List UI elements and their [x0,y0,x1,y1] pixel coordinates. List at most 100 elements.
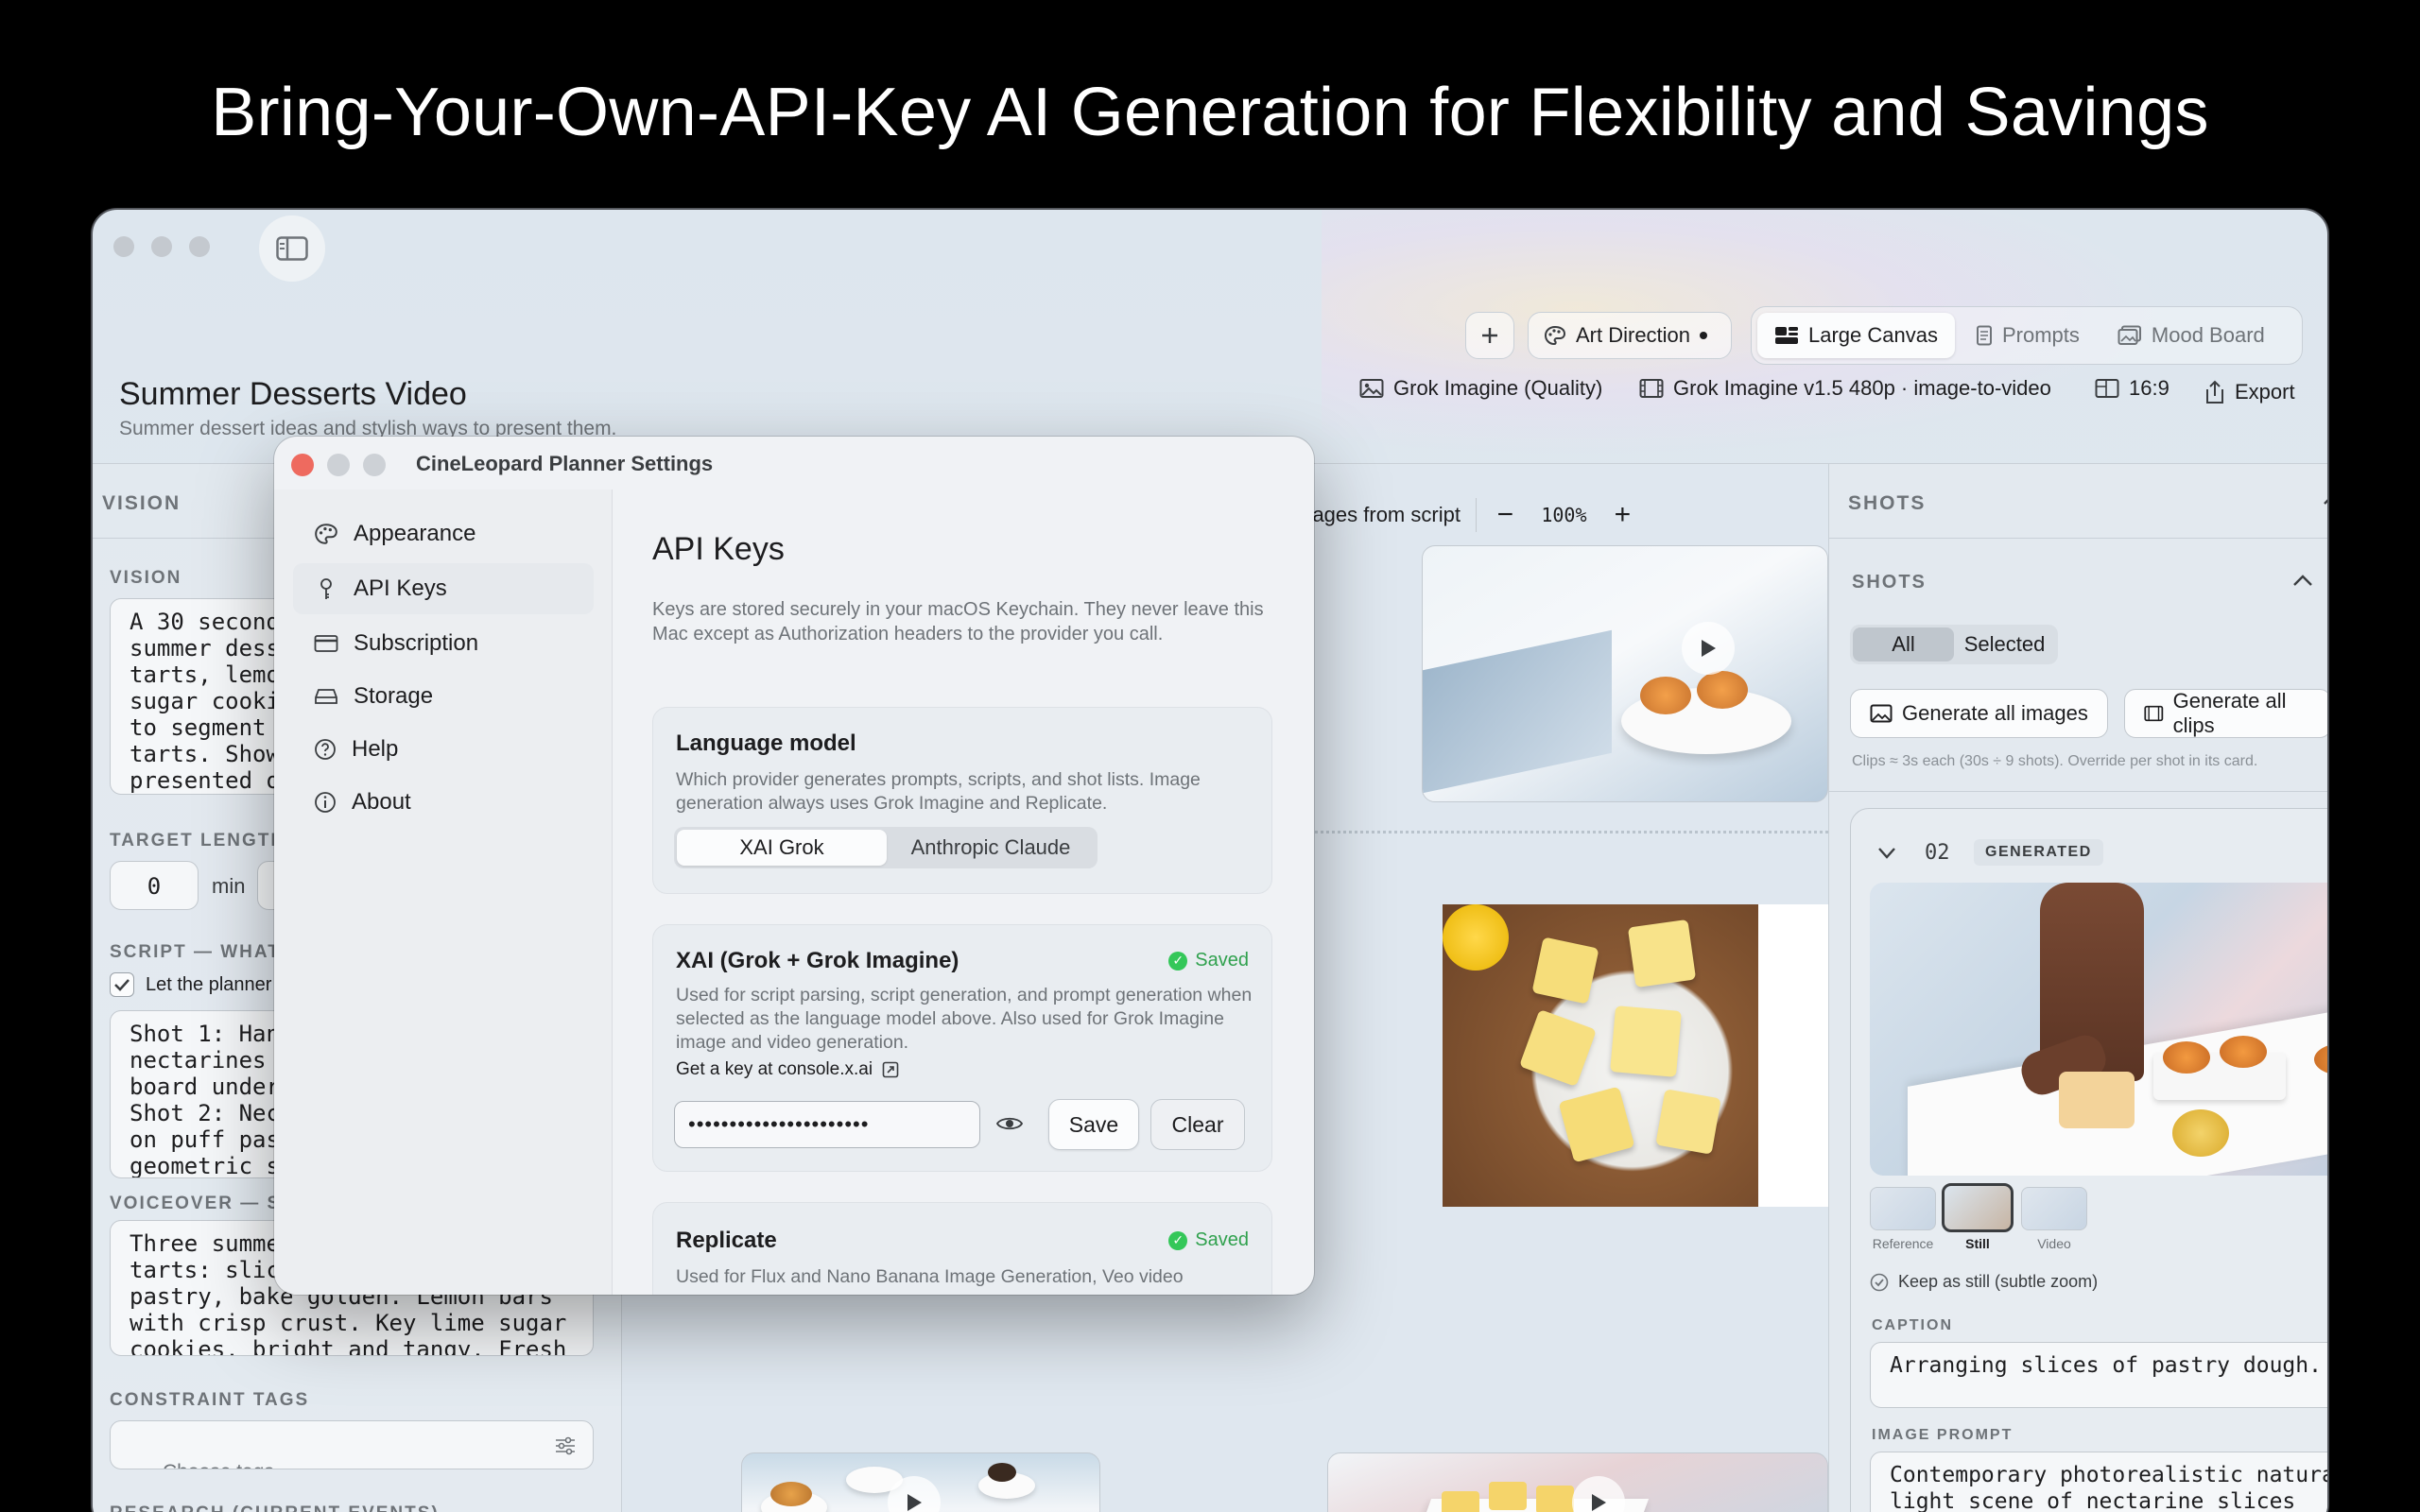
thumb-still-label: Still [1965,1236,1990,1251]
constraint-tags-picker[interactable]: Choose tags... [110,1420,594,1469]
save-label: Save [1068,1111,1119,1137]
clear-key-button[interactable]: Clear [1150,1099,1245,1150]
api-keys-intro: Keys are stored securely in your macOS K… [652,599,1264,644]
constraint-tags-label: CONSTRAINT TAGS [110,1390,310,1410]
filter-all-button[interactable]: All [1853,627,1954,662]
dialog-minimize-button[interactable] [327,454,350,476]
art-direction-label: Art Direction [1576,323,1691,347]
generate-all-clips-button[interactable]: Generate all clips [2124,689,2327,738]
dialog-zoom-button[interactable] [363,454,386,476]
add-button[interactable] [1465,312,1514,359]
nav-label: Storage [354,683,434,709]
generate-all-images-button[interactable]: Generate all images [1850,689,2108,738]
sidebar-toggle-button[interactable] [259,215,325,282]
tab-mood-board[interactable]: Mood Board [2100,313,2282,358]
check-circle-icon [1870,1273,1889,1291]
zoom-in-button[interactable]: + [1609,499,1635,531]
page-title: API Keys [652,531,785,567]
minutes-unit-label: min [212,874,246,898]
window-close-button[interactable] [113,236,134,257]
research-label: RESEARCH (CURRENT EVENTS) [110,1503,440,1512]
shots-panel-header: SHOTS [1848,492,1927,514]
shot-tile-image[interactable] [1327,1452,1828,1512]
project-title: Summer Desserts Video [119,376,467,412]
tab-prompts[interactable]: Prompts [1959,313,2097,358]
window-minimize-button[interactable] [151,236,172,257]
thumb-still[interactable] [1942,1183,2014,1232]
target-minutes-field[interactable]: 0 [110,861,199,910]
chevron-up-icon[interactable] [2323,492,2329,506]
document-icon [1976,325,1992,346]
dialog-close-button[interactable] [291,454,314,476]
shot-tile-image[interactable] [1422,545,1828,802]
promo-headline: Bring-Your-Own-API-Key AI Generation for… [211,75,2209,150]
keep-still-toggle[interactable]: Keep as still (subtle zoom) [1870,1272,2098,1292]
art-direction-button[interactable]: Art Direction [1528,312,1732,359]
planner-checkbox-label: Let the planner [146,974,272,995]
filter-selected-button[interactable]: Selected [1954,627,2055,662]
shot-tile-image[interactable] [1443,904,1758,1207]
question-icon [315,739,336,760]
shot-still-image[interactable] [1870,883,2327,1176]
collapse-chevron-icon[interactable] [2292,574,2313,587]
image-model-selector[interactable]: Grok Imagine (Quality) [1359,376,1602,401]
nav-help[interactable]: Help [293,724,594,775]
nav-storage[interactable]: Storage [293,671,594,722]
option-xai-grok[interactable]: XAI Grok [677,830,887,866]
window-zoom-button[interactable] [189,236,210,257]
tab-label: Prompts [2001,323,2080,347]
zoom-out-button[interactable]: − [1492,499,1518,531]
aspect-ratio-selector[interactable]: 16:9 [2095,376,2169,401]
shot-filter-control: All Selected [1850,625,2058,664]
save-key-button[interactable]: Save [1048,1099,1139,1150]
eye-icon[interactable] [995,1114,1024,1133]
checkmark-badge-icon: ✓ [1168,1230,1188,1250]
export-label: Export [2235,380,2295,404]
aspect-ratio-label: 16:9 [2129,376,2169,400]
images-from-script-button[interactable]: Images from script [1289,503,1461,527]
export-button[interactable]: Export [2204,380,2295,404]
saved-status: ✓ Saved [1168,1229,1249,1251]
checkmark-icon [114,979,130,991]
shot-number: 02 [1925,841,1950,865]
nav-label: API Keys [354,576,447,601]
nav-appearance[interactable]: Appearance [293,508,594,559]
shot-card[interactable]: 02 GENERATED ··· Reference [1850,808,2327,1512]
nav-api-keys[interactable]: API Keys [293,563,594,614]
play-icon [1592,1494,1606,1511]
saved-status: ✓ Saved [1168,950,1249,971]
shot-tile-image[interactable] [741,1452,1100,1512]
play-icon [1702,640,1716,657]
info-icon [315,792,336,813]
card-description: Which provider generates prompts, script… [676,769,1201,814]
settings-dialog: CineLeopard Planner Settings Appearance … [274,437,1314,1295]
nav-label: About [352,789,411,815]
image-model-label: Grok Imagine (Quality) [1393,376,1603,400]
nav-label: Subscription [354,630,479,656]
get-key-link[interactable]: Get a key at console.x.ai [676,1059,899,1080]
nav-subscription[interactable]: Subscription [293,618,594,669]
play-clip-button[interactable] [1572,1476,1625,1512]
tab-label: Mood Board [2151,323,2265,347]
card-description: Used for script parsing, script generati… [676,985,1253,1053]
play-clip-button[interactable] [1682,622,1735,675]
planner-checkbox[interactable] [110,972,134,997]
thumb-video[interactable] [2021,1187,2087,1230]
api-key-field[interactable]: •••••••••••••••••••••• [674,1101,980,1148]
chevron-down-icon[interactable] [1877,847,1896,860]
canvas-toolbar: Images from script − 100% + [1284,485,1700,545]
thumb-reference[interactable] [1870,1187,1936,1230]
option-anthropic-claude[interactable]: Anthropic Claude [887,830,1095,866]
caption-field[interactable]: Arranging slices of pastry dough. [1870,1342,2327,1408]
video-model-selector[interactable]: Grok Imagine v1.5 480p · image-to-video [1639,376,2051,401]
generate-images-label: Generate all images [1902,701,2088,725]
sidebar-icon [276,236,308,261]
saved-label: Saved [1195,1229,1249,1250]
palette-icon [315,524,337,544]
image-prompt-field[interactable]: Contemporary photorealistic natural ligh… [1870,1452,2327,1512]
image-prompt-label: IMAGE PROMPT [1872,1427,2014,1443]
view-mode-segmented-control: Large Canvas Prompts Mood Board [1751,306,2303,365]
key-icon [320,578,332,599]
tab-large-canvas[interactable]: Large Canvas [1757,313,1955,358]
nav-about[interactable]: About [293,777,594,828]
